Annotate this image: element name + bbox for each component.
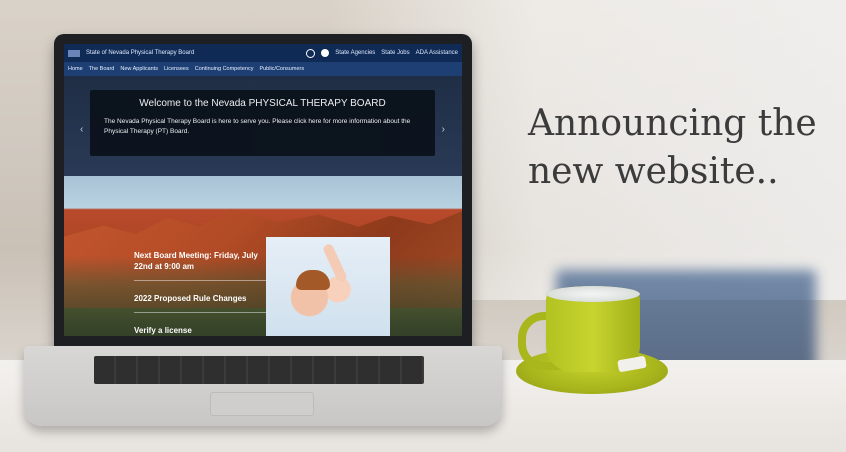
hero-carousel: ‹ › Welcome to the Nevada PHYSICAL THERA… (64, 76, 462, 176)
laptop-screen: State of Nevada Physical Therapy Board S… (64, 44, 462, 336)
nav-licensees[interactable]: Licensees (164, 66, 189, 72)
hero-title: Welcome to the Nevada PHYSICAL THERAPY B… (139, 98, 386, 109)
link-state-jobs[interactable]: State Jobs (381, 50, 409, 56)
link-proposed-rule-changes[interactable]: 2022 Proposed Rule Changes (134, 291, 274, 313)
topbar-links: State Agencies State Jobs ADA Assistance (306, 48, 458, 58)
content-links: Next Board Meeting: Friday, July 22nd at… (134, 248, 274, 336)
site-title: State of Nevada Physical Therapy Board (86, 50, 195, 56)
laptop-keyboard (94, 356, 424, 384)
child-hair (296, 270, 330, 290)
main-nav: Home The Board New Applicants Licensees … (64, 62, 462, 76)
state-flag-icon (68, 49, 80, 57)
site-topbar: State of Nevada Physical Therapy Board S… (64, 44, 462, 62)
search-icon[interactable] (306, 48, 316, 58)
accessibility-icon[interactable] (321, 49, 330, 57)
nav-new-applicants[interactable]: New Applicants (120, 66, 158, 72)
therapy-photo (266, 237, 390, 336)
promo-image: Announcing the new website.. State of Ne… (0, 0, 846, 452)
nav-the-board[interactable]: The Board (89, 66, 115, 72)
announcement-headline: Announcing the new website.. (528, 103, 817, 192)
hero-caption[interactable]: ‹ › Welcome to the Nevada PHYSICAL THERA… (80, 90, 445, 156)
hero-text: The Nevada Physical Therapy Board is her… (104, 118, 411, 135)
link-ada-assistance[interactable]: ADA Assistance (416, 50, 458, 56)
link-next-board-meeting[interactable]: Next Board Meeting: Friday, July 22nd at… (134, 248, 274, 281)
nav-public-consumers[interactable]: Public/Consumers (259, 66, 304, 72)
laptop-trackpad (210, 392, 314, 416)
carousel-next-icon[interactable]: › (442, 124, 445, 135)
nav-home[interactable]: Home (68, 66, 83, 72)
content-area: Next Board Meeting: Friday, July 22nd at… (64, 176, 462, 336)
link-state-agencies[interactable]: State Agencies (335, 50, 375, 56)
link-verify-license[interactable]: Verify a license (134, 323, 274, 336)
nav-continuing-competency[interactable]: Continuing Competency (195, 66, 254, 72)
cup-rim (546, 286, 640, 302)
carousel-prev-icon[interactable]: ‹ (80, 124, 83, 135)
